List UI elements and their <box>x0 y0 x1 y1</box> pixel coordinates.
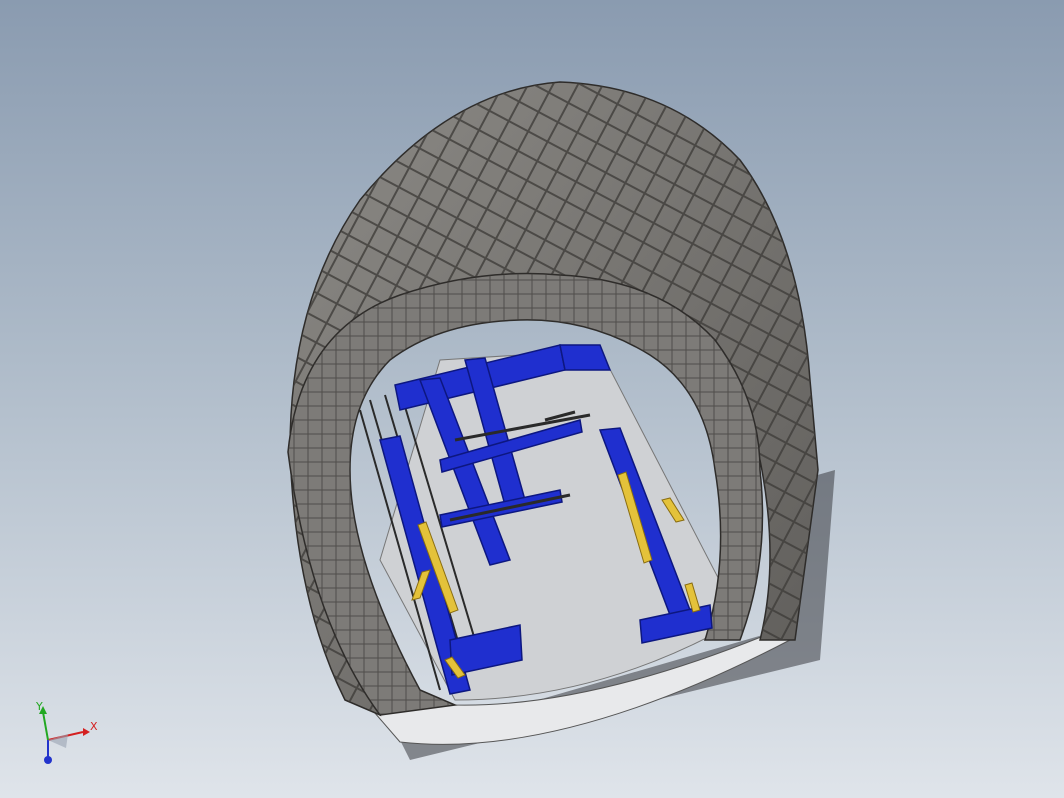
y-axis-label: Y <box>35 700 43 713</box>
graphics-viewport[interactable]: X Y <box>0 0 1064 798</box>
z-axis-dot <box>44 756 52 764</box>
x-axis-label: X <box>90 720 98 733</box>
x-arrow-head <box>83 728 90 736</box>
y-axis-arrow <box>42 711 49 741</box>
view-orientation-triad[interactable]: X Y <box>28 700 98 770</box>
tunnel-formwork-model[interactable] <box>0 0 1064 798</box>
triad-plane <box>48 734 68 748</box>
